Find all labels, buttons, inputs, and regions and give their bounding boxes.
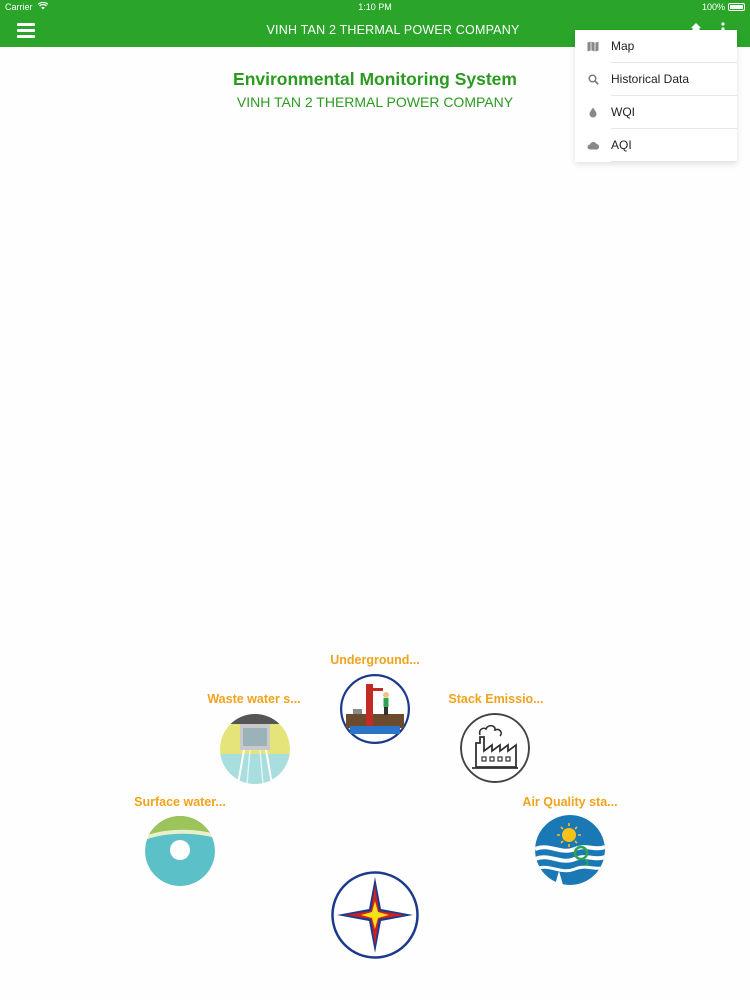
search-icon [575,74,611,85]
map-icon [575,41,611,52]
station-label-waste-water[interactable]: Waste water s... [207,692,300,706]
battery-icon [728,3,745,11]
station-label-underground[interactable]: Underground... [330,653,420,667]
menu-item-wqi[interactable]: WQI [575,96,737,129]
station-label-air-quality[interactable]: Air Quality sta... [522,795,617,809]
menu-item-label: Map [611,30,737,63]
factory-stack-icon[interactable] [460,713,530,783]
menu-item-label: Historical Data [611,63,737,96]
underground-water-icon[interactable] [340,674,410,744]
water-drop-icon [575,107,611,118]
status-time: 1:10 PM [358,2,392,12]
battery-percent: 100% [701,2,725,12]
cloud-icon [575,141,611,150]
menu-item-label: AQI [611,129,737,162]
menu-item-map[interactable]: Map [575,30,737,63]
station-label-stack-emission[interactable]: Stack Emissio... [448,692,543,706]
status-bar: Carrier 1:10 PM 100% [0,0,750,14]
waste-water-icon[interactable] [220,714,290,784]
menu-item-aqi[interactable]: AQI [575,129,737,162]
station-label-surface-water[interactable]: Surface water... [134,795,226,809]
compass-star-logo[interactable] [331,871,419,959]
menu-item-historical-data[interactable]: Historical Data [575,63,737,96]
menu-item-label: WQI [611,96,737,129]
air-quality-icon[interactable] [535,815,605,885]
options-dropdown-menu: Map Historical Data WQI AQI [575,30,737,162]
surface-water-icon[interactable] [145,816,215,886]
app-screen: Carrier 1:10 PM 100% VINH TAN 2 THERMAL … [0,0,750,1000]
